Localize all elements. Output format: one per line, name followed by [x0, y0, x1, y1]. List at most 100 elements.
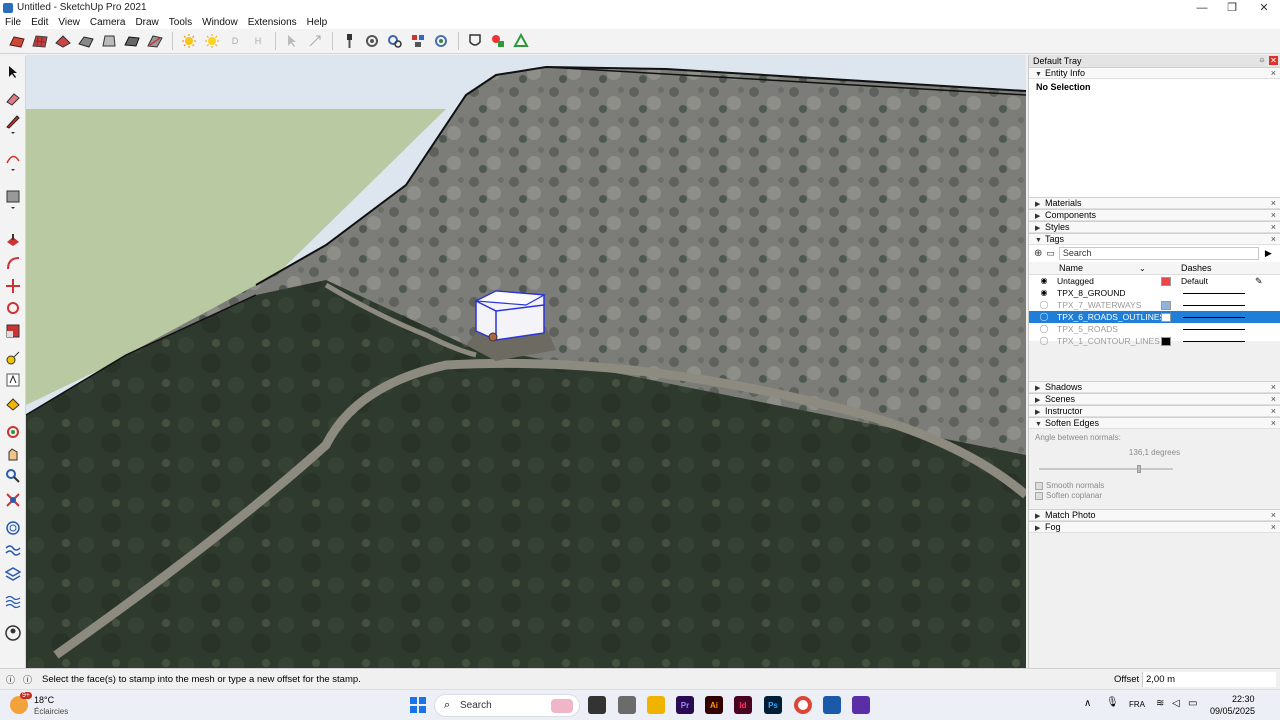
zoom-extents-tool[interactable]	[3, 490, 23, 510]
fog-header[interactable]: ▶ Fog ×	[1029, 521, 1280, 533]
select-tool-button[interactable]	[281, 31, 303, 51]
dash-pattern-line[interactable]	[1183, 293, 1245, 294]
tag-row-roads-outlines[interactable]: ◯ TPX_6_ROADS_OUTLINES	[1029, 311, 1280, 323]
push-pull-tool[interactable]	[3, 231, 23, 251]
text-tool[interactable]	[3, 370, 23, 390]
maximize-button[interactable]: ❐	[1216, 0, 1248, 15]
eraser-tool[interactable]	[3, 89, 23, 109]
add-tag-icon[interactable]: ⊕	[1034, 248, 1042, 259]
menu-camera[interactable]: Camera	[85, 17, 131, 28]
close-icon[interactable]: ×	[1271, 406, 1276, 417]
flip-edge-button[interactable]	[144, 31, 166, 51]
tray-close-button[interactable]: ✕	[1269, 56, 1278, 65]
select-tool[interactable]	[3, 62, 23, 82]
menu-tools[interactable]: Tools	[164, 17, 197, 28]
close-icon[interactable]: ×	[1271, 210, 1276, 221]
selected-box-component[interactable]	[473, 290, 547, 341]
shadow-date-button[interactable]: D	[224, 31, 246, 51]
dash-pattern-line[interactable]	[1183, 317, 1245, 318]
calendar-app-icon[interactable]	[618, 696, 636, 714]
task-view-icon[interactable]	[588, 696, 606, 714]
line-tool[interactable]	[3, 114, 23, 134]
add-tag-folder-icon[interactable]: ▭	[1046, 248, 1055, 259]
soften-coplanar-checkbox[interactable]: Soften coplanar	[1035, 491, 1274, 500]
microphone-icon[interactable]: 🎙	[1106, 697, 1119, 708]
slider-thumb[interactable]	[1136, 465, 1141, 473]
menu-edit[interactable]: Edit	[26, 17, 53, 28]
language-indicator[interactable]: FRA	[1129, 700, 1145, 709]
chevron-up-icon[interactable]: ∧	[1084, 698, 1091, 709]
3d-viewport[interactable]	[26, 55, 1026, 668]
zoom-tool[interactable]	[3, 466, 23, 486]
col-name-header[interactable]: Name	[1059, 263, 1083, 273]
stamp-button[interactable]	[75, 31, 97, 51]
sandbox-from-scratch-button[interactable]	[29, 31, 51, 51]
indesign-app-icon[interactable]: Id	[734, 696, 752, 714]
entity-info-header[interactable]: ▼ Entity Info ×	[1029, 67, 1280, 79]
tags-search-input[interactable]: Search	[1058, 247, 1259, 260]
weather-desc[interactable]: Éclaircies	[34, 707, 68, 716]
eye-hidden-icon[interactable]: ◯	[1038, 311, 1050, 323]
close-icon[interactable]: ×	[1271, 198, 1276, 209]
tags-details-icon[interactable]: ▶	[1265, 248, 1272, 259]
col-dashes-header[interactable]: Dashes	[1181, 263, 1212, 273]
close-icon[interactable]: ×	[1271, 382, 1276, 393]
taskbar-search-box[interactable]: ⌕ Search	[434, 694, 580, 717]
pin-icon[interactable]: ⯐	[1259, 55, 1265, 67]
menu-file[interactable]: File	[0, 17, 26, 28]
sun-settings-button[interactable]	[201, 31, 223, 51]
shadow-hour-button[interactable]: H	[247, 31, 269, 51]
dash-pattern-line[interactable]	[1183, 329, 1245, 330]
chevron-down-icon[interactable]: ⌄	[1139, 264, 1146, 273]
tag-color-swatch[interactable]	[1161, 277, 1171, 286]
styles-header[interactable]: ▶ Styles ×	[1029, 221, 1280, 233]
sandbox-contours-tool[interactable]	[3, 518, 23, 538]
file-explorer-icon[interactable]	[647, 696, 665, 714]
solid-inspector-button[interactable]	[464, 31, 486, 51]
sketchup-taskbar-icon[interactable]	[823, 696, 841, 714]
pencil-edit-icon[interactable]: ✎	[1255, 275, 1263, 287]
offset-value-box[interactable]: 2,00 m	[1142, 672, 1276, 687]
menu-view[interactable]: View	[53, 17, 85, 28]
drape-button[interactable]	[98, 31, 120, 51]
close-icon[interactable]: ×	[1271, 68, 1276, 79]
tag-row-untagged[interactable]: ◉ Untagged Default ✎	[1029, 275, 1280, 287]
components-gear-button[interactable]	[430, 31, 452, 51]
skatter-button[interactable]	[510, 31, 532, 51]
profile-builder-button[interactable]	[487, 31, 509, 51]
orbit-arrow-button[interactable]	[304, 31, 326, 51]
offset-tool[interactable]	[3, 253, 23, 273]
shadows-toggle-button[interactable]	[178, 31, 200, 51]
shadows-header[interactable]: ▶ Shadows ×	[1029, 381, 1280, 393]
smooth-normals-checkbox[interactable]: Smooth normals	[1035, 481, 1274, 490]
tag-color-swatch[interactable]	[1161, 337, 1171, 346]
close-icon[interactable]: ×	[1271, 418, 1276, 429]
eye-hidden-icon[interactable]: ◯	[1038, 323, 1050, 335]
sandbox-layers-tool[interactable]	[3, 564, 23, 584]
info-icon[interactable]: ⓘ	[6, 673, 15, 686]
extension-warehouse-button[interactable]	[361, 31, 383, 51]
close-icon[interactable]: ×	[1271, 522, 1276, 533]
menu-draw[interactable]: Draw	[130, 17, 163, 28]
pan-tool[interactable]	[3, 444, 23, 464]
premiere-app-icon[interactable]: Pr	[676, 696, 694, 714]
sandbox-from-contours-button[interactable]	[6, 31, 28, 51]
close-icon[interactable]: ×	[1271, 234, 1276, 245]
instructor-header[interactable]: ▶ Instructor ×	[1029, 405, 1280, 417]
tape-measure-tool[interactable]	[3, 348, 23, 368]
eye-hidden-icon[interactable]: ◯	[1038, 299, 1050, 311]
tag-row-contour-lines[interactable]: ◯ TPX_1_CONTOUR_LINES	[1029, 335, 1280, 347]
extension-manager-button[interactable]	[384, 31, 406, 51]
paint-bucket-tool[interactable]	[3, 394, 23, 414]
eye-visible-icon[interactable]: ◉	[1038, 287, 1050, 299]
battery-icon[interactable]: ▭	[1188, 698, 1197, 709]
tag-color-swatch[interactable]	[1161, 313, 1171, 322]
menu-extensions[interactable]: Extensions	[243, 17, 302, 28]
smoove-button[interactable]	[52, 31, 74, 51]
sandbox-drape-tool[interactable]	[3, 592, 23, 612]
close-icon[interactable]: ×	[1271, 510, 1276, 521]
windows-start-icon[interactable]	[410, 697, 426, 713]
dash-pattern-line[interactable]	[1183, 305, 1245, 306]
scale-tool[interactable]	[3, 321, 23, 341]
model-info-button[interactable]	[407, 31, 429, 51]
